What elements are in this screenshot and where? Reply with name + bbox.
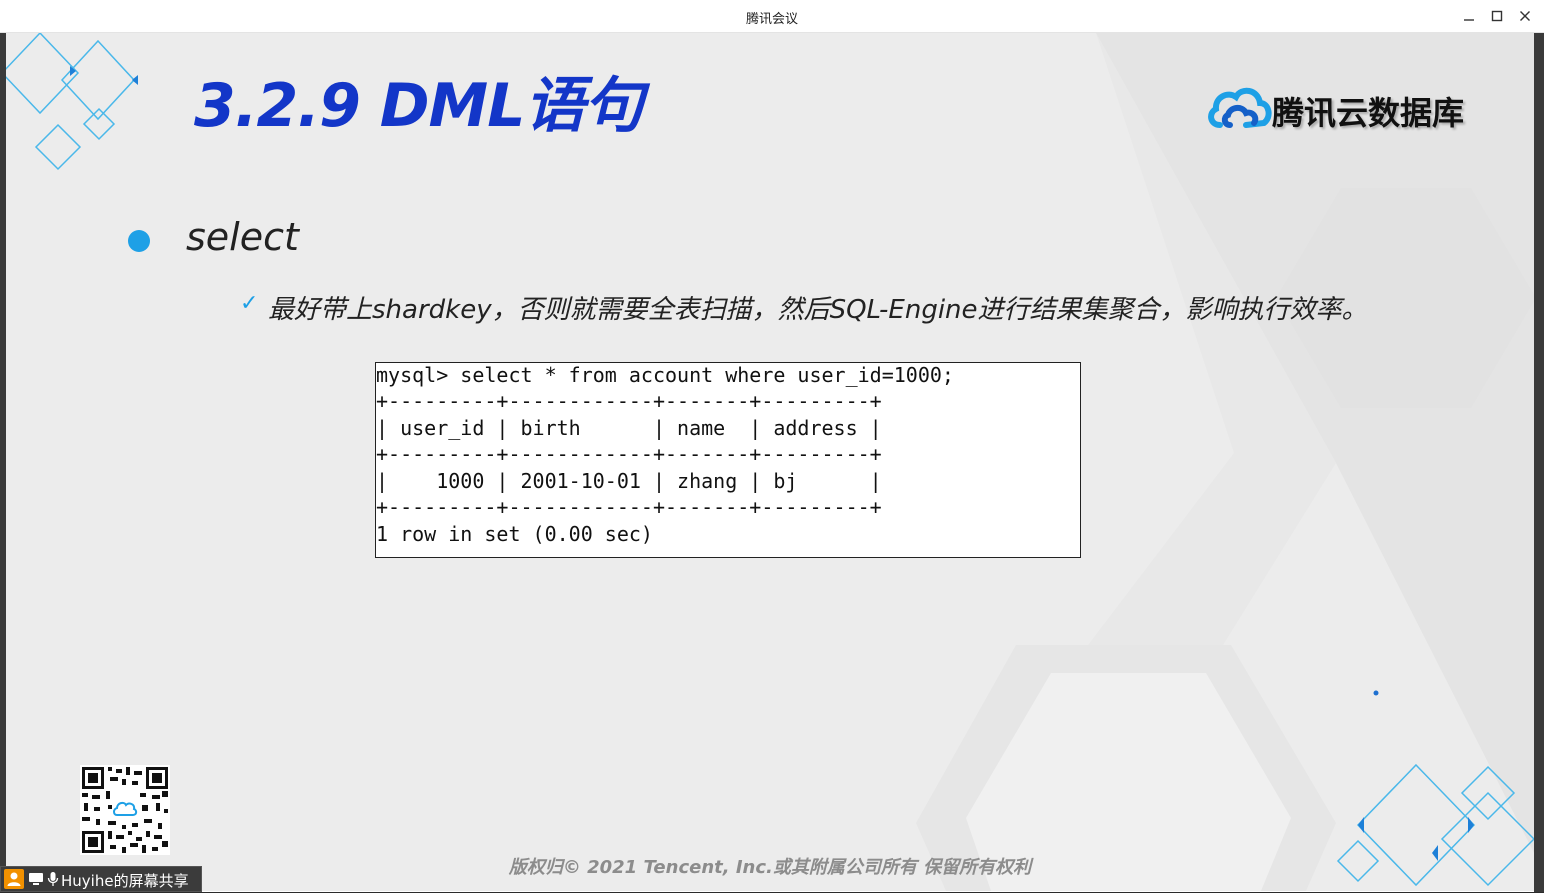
screen-share-icon — [29, 873, 43, 885]
bullet-dot — [128, 230, 150, 252]
minimize-button[interactable] — [1456, 4, 1482, 28]
copyright-text: 版权归© 2021 Tencent, Inc.或其附属公司所有 保留所有权利 — [508, 857, 1032, 878]
close-icon — [1520, 11, 1530, 21]
title-bar: 腾讯会议 — [0, 0, 1544, 33]
screen-share-indicator[interactable]: Huyihe的屏幕共享 — [0, 866, 202, 892]
slide-title: 3.2.9 DML语句 — [194, 71, 643, 141]
mic-icon — [47, 872, 59, 886]
code-line: +---------+------------+-------+--------… — [376, 442, 882, 466]
meeting-window: 腾讯会议 3.2.9 DML语句 腾讯云数据库 select ✓ 最好带上sha… — [0, 0, 1544, 892]
code-line: | 1000 | 2001-10-01 | zhang | bj | — [376, 469, 882, 493]
code-line: mysql> select * from account where user_… — [376, 363, 954, 387]
shared-slide: 3.2.9 DML语句 腾讯云数据库 select ✓ 最好带上shardkey… — [6, 33, 1534, 891]
window-edge-right — [1534, 33, 1544, 892]
maximize-icon — [1491, 10, 1503, 22]
check-icon: ✓ — [240, 291, 259, 316]
share-indicator-label: Huyihe的屏幕共享 — [61, 872, 189, 890]
user-icon — [4, 869, 24, 889]
brand-name: 腾讯云数据库 — [1272, 94, 1465, 132]
code-line: +---------+------------+-------+--------… — [376, 389, 882, 413]
minimize-icon — [1464, 19, 1474, 21]
maximize-button[interactable] — [1484, 4, 1510, 28]
window-title: 腾讯会议 — [745, 12, 798, 27]
code-line: +---------+------------+-------+--------… — [376, 495, 882, 519]
close-button[interactable] — [1512, 4, 1538, 28]
sql-output-box: mysql> select * from account where user_… — [375, 362, 1081, 558]
cloud-logo-icon — [1208, 87, 1272, 128]
qr-code — [80, 765, 170, 855]
code-line: 1 row in set (0.00 sec) — [376, 522, 653, 546]
bullet-text: select — [186, 215, 299, 259]
sub-bullet-text: 最好带上shardkey，否则就需要全表扫描，然后SQL-Engine进行结果集… — [268, 295, 1368, 325]
code-line: | user_id | birth | name | address | — [376, 416, 882, 440]
